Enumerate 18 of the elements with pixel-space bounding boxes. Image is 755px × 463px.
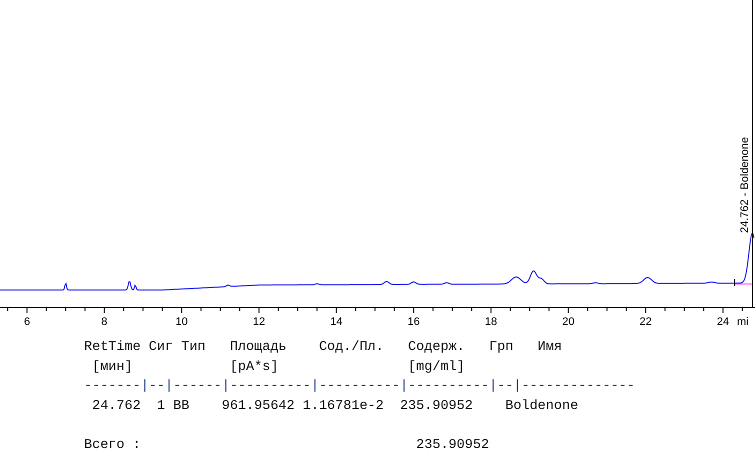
units-line: [мин] [pA*s] [mg/ml] [91, 358, 465, 376]
axis-tick-label: 6 [24, 316, 30, 328]
axis-tick-label: 20 [562, 316, 574, 328]
axis-tick-label: 12 [252, 316, 266, 328]
axis-unit-label: mi [737, 316, 749, 328]
peak-label: 24.762 - Boldenone [739, 136, 751, 233]
axis-tick-label: 14 [330, 316, 342, 328]
column-header-line: RetTime Сиг Тип Площадь Сод./Пл. Содерж. Грп Имя [84, 339, 562, 357]
axis-tick-label: 22 [640, 316, 652, 328]
axis-tick-label: 8 [101, 316, 108, 328]
axis-tick-label: 24 [716, 316, 730, 328]
axis-tick-label: 16 [408, 316, 420, 328]
axis-tick-label: 10 [176, 316, 188, 328]
total-line: Всего : 235.90952 [84, 436, 490, 454]
result-row-text: 24.762 1 BB 961.95642 1.16781e-2 235.90952 Boldenone [91, 398, 578, 416]
axis-tick-label: 18 [484, 316, 498, 328]
separator-line: -------|--|------|----------|----------|----------|--|-------------- [84, 378, 635, 396]
integration-tick [734, 278, 736, 286]
